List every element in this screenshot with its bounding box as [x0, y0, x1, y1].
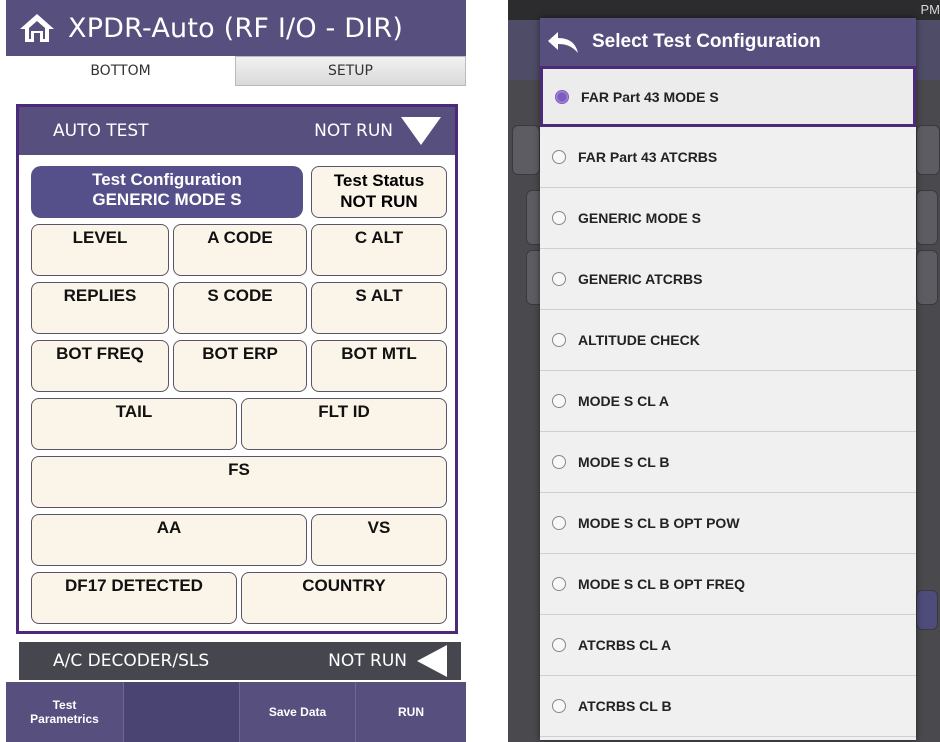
radio-unselected-icon: [552, 272, 566, 286]
option-generic-atcrbs[interactable]: GENERIC ATCRBS: [540, 249, 916, 310]
expand-triangle-icon: [417, 645, 447, 677]
test-status-box: Test Status NOT RUN: [311, 166, 447, 218]
auto-test-header[interactable]: AUTO TEST NOT RUN: [19, 107, 455, 155]
option-far-part-43-atcrbs[interactable]: FAR Part 43 ATCRBS: [540, 127, 916, 188]
tab-bar: BOTTOM SETUP: [6, 56, 466, 86]
test-parametrics-line2: Parametrics: [30, 712, 99, 726]
radio-unselected-icon: [552, 333, 566, 347]
tail-cell: TAIL: [31, 398, 237, 450]
replies-cell: REPLIES: [31, 282, 169, 334]
run-button[interactable]: RUN: [356, 682, 466, 742]
aa-cell: AA: [31, 514, 307, 566]
test-configuration-label: Test Configuration: [92, 170, 242, 189]
empty-softkey[interactable]: [124, 682, 240, 742]
bot-freq-cell: BOT FREQ: [31, 340, 169, 392]
a-code-cell: A CODE: [173, 224, 307, 276]
background-cell: [916, 250, 938, 305]
ac-decoder-header[interactable]: A/C DECODER/SLS NOT RUN: [19, 642, 461, 680]
select-test-configuration-dialog: Select Test Configuration FAR Part 43 MO…: [540, 18, 916, 740]
option-label: FAR Part 43 MODE S: [581, 88, 719, 105]
test-status-value: NOT RUN: [340, 192, 418, 211]
flt-id-cell: FLT ID: [241, 398, 447, 450]
c-alt-cell: C ALT: [311, 224, 447, 276]
level-cell: LEVEL: [31, 224, 169, 276]
tab-bottom[interactable]: BOTTOM: [6, 56, 235, 86]
dialog-header: Select Test Configuration: [540, 18, 916, 66]
radio-unselected-icon: [552, 455, 566, 469]
s-code-cell: S CODE: [173, 282, 307, 334]
background-panel: [512, 125, 540, 175]
radio-unselected-icon: [552, 577, 566, 591]
option-label: MODE S CL B: [578, 454, 670, 470]
option-label: ATCRBS CL A: [578, 637, 672, 653]
option-label: FAR Part 43 ATCRBS: [578, 149, 718, 165]
test-configuration-button[interactable]: Test Configuration GENERIC MODE S: [31, 166, 303, 218]
select-config-screen: PM Select Test Configuration FAR Part 43…: [508, 0, 940, 742]
option-label: GENERIC MODE S: [578, 210, 701, 226]
status-bar: PM: [508, 0, 940, 20]
option-mode-s-cl-b[interactable]: MODE S CL B: [540, 432, 916, 493]
test-parametrics-button[interactable]: Test Parametrics: [6, 682, 124, 742]
option-label: GENERIC ATCRBS: [578, 271, 703, 287]
radio-unselected-icon: [552, 638, 566, 652]
dialog-title: Select Test Configuration: [592, 31, 821, 52]
option-generic-mode-s[interactable]: GENERIC MODE S: [540, 188, 916, 249]
vs-cell: VS: [311, 514, 447, 566]
fs-cell: FS: [31, 456, 447, 508]
option-label: MODE S CL B OPT FREQ: [578, 576, 745, 592]
radio-unselected-icon: [552, 150, 566, 164]
bot-erp-cell: BOT ERP: [173, 340, 307, 392]
country-cell: COUNTRY: [241, 572, 447, 624]
option-atcrbs-cl-a[interactable]: ATCRBS CL A: [540, 615, 916, 676]
test-status-label: Test Status: [333, 171, 425, 190]
option-far-part-43-mode-s[interactable]: FAR Part 43 MODE S: [540, 66, 916, 127]
auto-test-label: AUTO TEST: [53, 121, 149, 141]
save-data-button[interactable]: Save Data: [240, 682, 356, 742]
home-icon[interactable]: [18, 12, 56, 44]
tab-setup[interactable]: SETUP: [235, 56, 466, 86]
option-atcrbs-cl-b[interactable]: ATCRBS CL B: [540, 676, 916, 737]
background-bar: [916, 590, 938, 630]
radio-unselected-icon: [552, 516, 566, 530]
test-configuration-value: GENERIC MODE S: [92, 190, 242, 209]
ac-decoder-label: A/C DECODER/SLS: [53, 651, 210, 671]
bot-mtl-cell: BOT MTL: [311, 340, 447, 392]
s-alt-cell: S ALT: [311, 282, 447, 334]
back-arrow-icon[interactable]: [544, 26, 584, 58]
collapse-triangle-icon: [401, 117, 441, 145]
radio-unselected-icon: [552, 394, 566, 408]
option-mode-s-cl-b-opt-pow[interactable]: MODE S CL B OPT POW: [540, 493, 916, 554]
test-parametrics-line1: Test: [52, 698, 77, 712]
auto-test-panel: AUTO TEST NOT RUN Test Configuration GEN…: [16, 104, 458, 634]
option-mode-s-cl-b-opt-freq[interactable]: MODE S CL B OPT FREQ: [540, 554, 916, 615]
auto-test-status: NOT RUN: [314, 121, 393, 141]
option-altitude-check[interactable]: ALTITUDE CHECK: [540, 310, 916, 371]
bottom-toolbar: Test Parametrics Save Data RUN: [6, 682, 466, 742]
option-label: MODE S CL A: [578, 393, 670, 409]
df17-detected-cell: DF17 DETECTED: [31, 572, 237, 624]
background-panel: [916, 125, 940, 175]
xpdr-auto-screen: XPDR-Auto (RF I/O - DIR) BOTTOM SETUP AU…: [6, 0, 466, 742]
option-label: ATCRBS CL B: [578, 698, 672, 714]
status-clock: PM: [920, 2, 940, 17]
option-label: ALTITUDE CHECK: [578, 332, 700, 348]
ac-decoder-status: NOT RUN: [328, 651, 407, 671]
radio-selected-icon: [555, 89, 569, 104]
option-mode-s-cl-a[interactable]: MODE S CL A: [540, 371, 916, 432]
app-header: XPDR-Auto (RF I/O - DIR): [6, 0, 466, 56]
radio-unselected-icon: [552, 699, 566, 713]
background-cell: [916, 190, 938, 245]
option-label: MODE S CL B OPT POW: [578, 515, 740, 531]
radio-unselected-icon: [552, 211, 566, 225]
page-title: XPDR-Auto (RF I/O - DIR): [68, 12, 404, 44]
